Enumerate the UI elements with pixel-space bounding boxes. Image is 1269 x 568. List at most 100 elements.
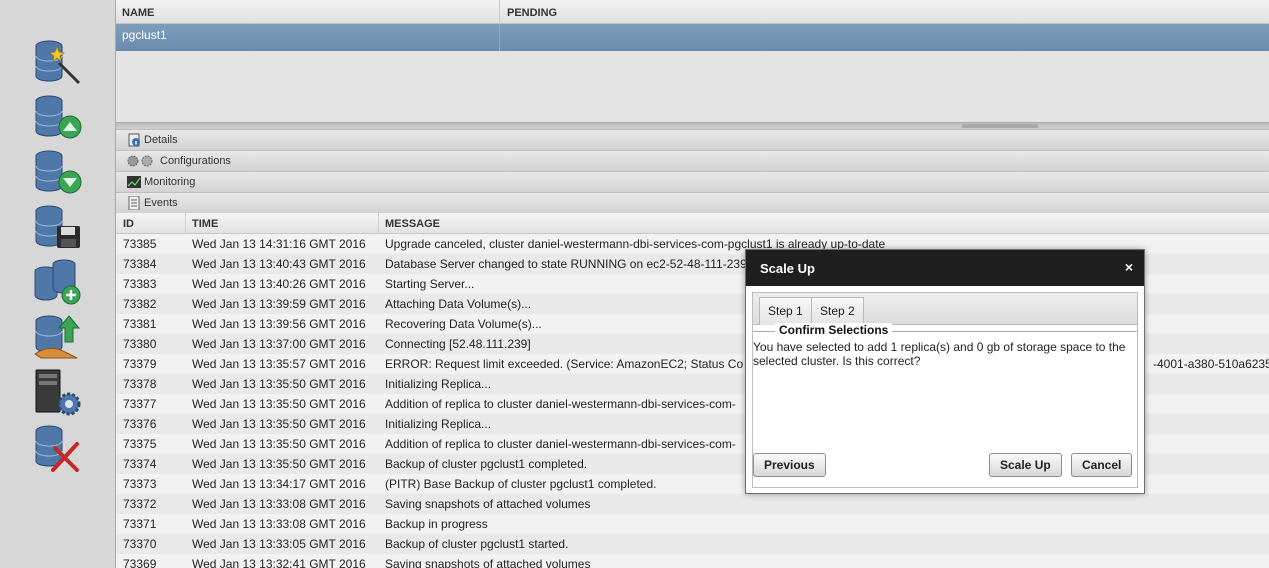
app-root: NAME PENDING pgclust1 Details Configurat… (0, 0, 1269, 568)
event-time: Wed Jan 13 13:40:43 GMT 2016 (192, 257, 366, 271)
add-replica-button[interactable] (33, 257, 83, 307)
event-time: Wed Jan 13 13:35:50 GMT 2016 (192, 377, 366, 391)
database-up-icon (35, 95, 82, 139)
table-row[interactable]: 73371 Wed Jan 13 13:33:08 GMT 2016 Backup … (116, 514, 1269, 534)
event-message: Backup of cluster pgclust1 started. (385, 537, 569, 551)
configurations-icon (127, 155, 153, 167)
event-time: Wed Jan 13 13:33:08 GMT 2016 (192, 497, 366, 511)
monitoring-icon (127, 176, 141, 188)
event-id: 73373 (123, 477, 157, 491)
database-wand-icon (35, 40, 81, 85)
event-message: Saving snapshots of attached volumes (385, 497, 591, 511)
backup-button[interactable] (33, 202, 83, 252)
event-time: Wed Jan 13 13:35:50 GMT 2016 (192, 457, 366, 471)
event-id: 73375 (123, 437, 157, 451)
database-add-icon (34, 259, 81, 305)
event-message: Attaching Data Volume(s)... (385, 297, 532, 311)
event-time: Wed Jan 13 14:31:16 GMT 2016 (192, 237, 366, 251)
events-header: ID TIME MESSAGE (116, 213, 1269, 234)
accordion-events-label: Events (144, 197, 178, 209)
dialog-titlebar[interactable]: Scale Up × (746, 250, 1144, 286)
event-message: Addition of replica to cluster daniel-we… (385, 437, 736, 451)
accordion-details-label: Details (144, 134, 178, 146)
tab-step-2[interactable]: Step 2 (811, 297, 864, 325)
clusters-header: NAME PENDING (116, 0, 1269, 24)
left-toolbar (0, 0, 116, 568)
event-message: Initializing Replica... (385, 377, 492, 391)
accordion-monitoring-label: Monitoring (144, 176, 196, 188)
event-id: 73385 (123, 237, 157, 251)
details-icon (128, 133, 140, 147)
scale-up-dialog: Scale Up × Step 1 Step 2 Confirm Selecti… (745, 249, 1145, 494)
event-time: Wed Jan 13 13:37:00 GMT 2016 (192, 337, 366, 351)
column-header-pending[interactable]: PENDING (507, 7, 557, 19)
wizard-tabs: Step 1 Step 2 (753, 293, 1137, 325)
upgrade-button[interactable] (33, 312, 83, 362)
event-message: Initializing Replica... (385, 417, 492, 431)
event-message: Database Server changed to state RUNNING… (385, 257, 747, 271)
event-time: Wed Jan 13 13:39:59 GMT 2016 (192, 297, 366, 311)
event-message: Saving snapshots of attached volumes (385, 557, 591, 568)
event-id: 73376 (123, 417, 157, 431)
accordion-monitoring[interactable]: Monitoring (116, 171, 1269, 192)
scale-down-button[interactable] (33, 147, 83, 197)
event-id: 73372 (123, 497, 157, 511)
panel-splitter[interactable] (116, 122, 1269, 129)
table-row[interactable]: 73370 Wed Jan 13 13:33:05 GMT 2016 Backup … (116, 534, 1269, 554)
delete-cluster-button[interactable] (33, 422, 83, 472)
event-id: 73383 (123, 277, 157, 291)
event-time: Wed Jan 13 13:39:56 GMT 2016 (192, 317, 366, 331)
column-header-name[interactable]: NAME (122, 7, 154, 19)
fieldset-legend: Confirm Selections (775, 323, 893, 337)
dialog-body: Step 1 Step 2 Confirm Selections You hav… (752, 292, 1138, 488)
table-row[interactable]: 73372 Wed Jan 13 13:33:08 GMT 2016 Saving … (116, 494, 1269, 514)
event-id: 73382 (123, 297, 157, 311)
event-message: Addition of replica to cluster daniel-we… (385, 397, 736, 411)
event-time: Wed Jan 13 13:33:05 GMT 2016 (192, 537, 366, 551)
accordion-details[interactable]: Details (116, 129, 1269, 150)
cluster-name: pgclust1 (122, 28, 167, 42)
accordion-configurations-label: Configurations (160, 155, 231, 167)
create-cluster-button[interactable] (33, 37, 83, 87)
event-id: 73379 (123, 357, 157, 371)
scale-up-button[interactable]: Scale Up (989, 453, 1062, 477)
column-header-id[interactable]: ID (123, 218, 134, 230)
tab-step-1[interactable]: Step 1 (759, 297, 812, 325)
event-message: ERROR: Request limit exceeded. (Service:… (385, 357, 744, 371)
splitter-handle[interactable] (962, 124, 1038, 128)
event-time: Wed Jan 13 13:35:57 GMT 2016 (192, 357, 366, 371)
database-upgrade-icon (34, 315, 81, 359)
event-time: Wed Jan 13 13:33:08 GMT 2016 (192, 517, 366, 531)
event-id: 73378 (123, 377, 157, 391)
event-message: Backup in progress (385, 517, 488, 531)
server-gear-icon (35, 369, 81, 416)
database-save-icon (35, 205, 80, 248)
cancel-button[interactable]: Cancel (1071, 453, 1133, 477)
accordion-events[interactable]: Events (116, 192, 1269, 213)
cluster-row-selected[interactable]: pgclust1 (116, 24, 1269, 51)
event-id: 73374 (123, 457, 157, 471)
column-header-message[interactable]: MESSAGE (385, 218, 440, 230)
event-message: (PITR) Base Backup of cluster pgclust1 c… (385, 477, 657, 491)
event-id: 73377 (123, 397, 157, 411)
event-message: Starting Server... (385, 277, 475, 291)
event-id: 73384 (123, 257, 157, 271)
event-time: Wed Jan 13 13:35:50 GMT 2016 (192, 437, 366, 451)
accordion-configurations[interactable]: Configurations (116, 150, 1269, 171)
scale-up-button[interactable] (33, 92, 83, 142)
column-header-time[interactable]: TIME (192, 218, 218, 230)
previous-button[interactable]: Previous (753, 453, 826, 477)
event-time: Wed Jan 13 13:35:50 GMT 2016 (192, 397, 366, 411)
confirm-message: You have selected to add 1 replica(s) an… (753, 340, 1126, 368)
event-time: Wed Jan 13 13:32:41 GMT 2016 (192, 557, 366, 568)
event-message: Recovering Data Volume(s)... (385, 317, 542, 331)
event-time: Wed Jan 13 13:40:26 GMT 2016 (192, 277, 366, 291)
server-settings-button[interactable] (33, 367, 83, 417)
database-down-icon (35, 150, 82, 194)
confirm-fieldset: Confirm Selections You have selected to … (753, 323, 1137, 431)
events-icon (128, 196, 140, 210)
table-row[interactable]: 73369 Wed Jan 13 13:32:41 GMT 2016 Saving … (116, 554, 1269, 568)
event-id: 73381 (123, 317, 157, 331)
event-id: 73380 (123, 337, 157, 351)
close-icon[interactable]: × (1125, 259, 1133, 275)
